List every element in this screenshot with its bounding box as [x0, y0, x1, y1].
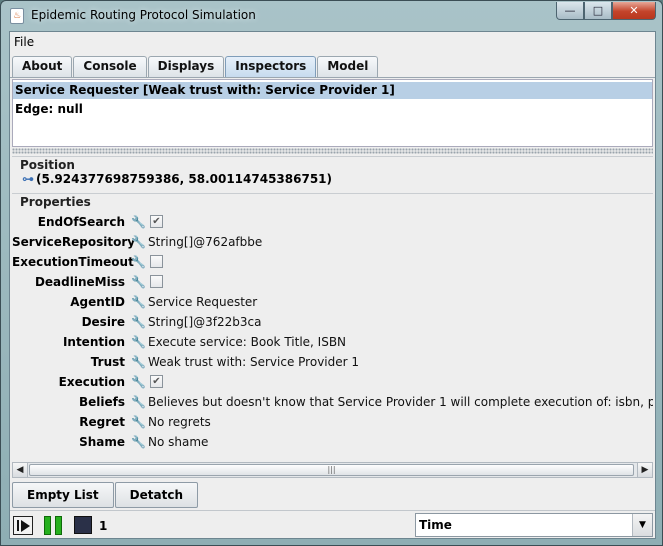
property-label: Regret: [79, 415, 125, 429]
inspector-list-item-selected[interactable]: Service Requester [Weak trust with: Serv…: [13, 82, 652, 99]
inspector-list[interactable]: Service Requester [Weak trust with: Serv…: [12, 79, 653, 147]
tab-inspectors[interactable]: Inspectors: [225, 56, 317, 77]
window-controls: — □ ✕: [556, 2, 656, 20]
property-row-executiontimeout: ExecutionTimeout 🔧: [12, 253, 653, 273]
property-row-endofsearch: EndOfSearch 🔧 ✔: [12, 213, 653, 233]
close-icon: ✕: [629, 4, 639, 17]
window-title: Epidemic Routing Protocol Simulation: [31, 8, 256, 22]
simulation-controls: 1 Time ▼: [10, 510, 655, 538]
menu-file[interactable]: File: [14, 35, 34, 49]
property-row-servicerepository: ServiceRepository 🔧 String[]@762afbbe: [12, 233, 653, 253]
wrench-icon[interactable]: 🔧: [131, 275, 146, 289]
position-section-title: Position: [12, 156, 653, 172]
step-counter: 1: [99, 519, 108, 533]
tab-model[interactable]: Model: [317, 56, 379, 77]
chevron-right-icon: ▶: [641, 465, 649, 475]
chevron-down-icon[interactable]: ▼: [632, 514, 652, 536]
wrench-icon[interactable]: 🔧: [131, 295, 146, 309]
property-label: Desire: [81, 315, 125, 329]
property-label: Intention: [62, 335, 125, 349]
property-row-desire: Desire 🔧 String[]@3f22b3ca: [12, 313, 653, 333]
property-label: AgentID: [70, 295, 125, 309]
property-label: EndOfSearch: [37, 215, 125, 229]
property-value: No regrets: [148, 415, 211, 429]
tab-displays[interactable]: Displays: [147, 56, 225, 77]
wrench-icon[interactable]: 🔧: [131, 355, 146, 369]
position-icon: ⊶: [22, 172, 34, 186]
time-dropdown[interactable]: Time ▼: [415, 513, 653, 537]
property-label: ServiceRepository: [12, 235, 136, 249]
menu-bar: File: [10, 32, 655, 54]
minimize-icon: —: [564, 4, 576, 17]
wrench-icon[interactable]: 🔧: [131, 375, 146, 389]
pause-icon[interactable]: [44, 516, 64, 535]
property-row-deadlinemiss: DeadlineMiss 🔧: [12, 273, 653, 293]
stop-icon[interactable]: [74, 516, 92, 534]
time-dropdown-value: Time: [419, 518, 452, 532]
wrench-icon[interactable]: 🔧: [131, 215, 146, 229]
maximize-button[interactable]: □: [584, 2, 612, 20]
deadlinemiss-checkbox[interactable]: [150, 275, 163, 288]
property-row-intention: Intention 🔧 Execute service: Book Title,…: [12, 333, 653, 353]
executiontimeout-checkbox[interactable]: [150, 255, 163, 268]
property-value: String[]@3f22b3ca: [148, 315, 262, 329]
maximize-icon: □: [592, 4, 604, 17]
properties-section-title: Properties: [12, 193, 653, 209]
empty-list-button[interactable]: Empty List: [12, 482, 114, 508]
property-label: Beliefs: [78, 395, 125, 409]
wrench-icon[interactable]: 🔧: [131, 395, 146, 409]
wrench-icon[interactable]: 🔧: [131, 235, 146, 249]
execution-checkbox[interactable]: ✔: [150, 375, 163, 388]
property-value: Weak trust with: Service Provider 1: [148, 355, 360, 369]
property-value: Service Requester: [148, 295, 258, 309]
app-window: ♨ Epidemic Routing Protocol Simulation —…: [0, 0, 663, 546]
inspector-buttons: Empty List Detatch: [12, 482, 199, 508]
property-value: String[]@762afbbe: [148, 235, 263, 249]
tab-console[interactable]: Console: [73, 56, 147, 77]
property-label: Shame: [79, 435, 125, 449]
property-value: Execute service: Book Title, ISBN: [148, 335, 347, 349]
property-value: Believes but doesn't know that Service P…: [148, 395, 653, 409]
wrench-icon[interactable]: 🔧: [131, 435, 146, 449]
scroll-right-button[interactable]: ▶: [637, 463, 652, 477]
property-label: Trust: [90, 355, 125, 369]
chevron-left-icon: ◀: [16, 465, 24, 475]
wrench-icon[interactable]: 🔧: [131, 315, 146, 329]
property-label: ExecutionTimeout: [12, 255, 134, 269]
detatch-button[interactable]: Detatch: [114, 482, 198, 508]
property-value: No shame: [148, 435, 209, 449]
title-bar[interactable]: ♨ Epidemic Routing Protocol Simulation —…: [1, 1, 662, 31]
property-row-shame: Shame 🔧 No shame: [12, 433, 653, 453]
position-text: (5.924377698759386, 58.00114745386751): [36, 172, 333, 186]
wrench-icon[interactable]: 🔧: [131, 415, 146, 429]
property-row-beliefs: Beliefs 🔧 Believes but doesn't know that…: [12, 393, 653, 413]
minimize-button[interactable]: —: [556, 2, 584, 20]
tab-divider: [10, 77, 655, 78]
close-button[interactable]: ✕: [612, 2, 656, 20]
wrench-icon[interactable]: 🔧: [131, 255, 146, 269]
property-row-agentid: AgentID 🔧 Service Requester: [12, 293, 653, 313]
play-icon[interactable]: [13, 516, 33, 535]
client-area: File About Console Displays Inspectors M…: [9, 31, 656, 539]
split-pane-divider[interactable]: [12, 148, 653, 154]
property-panel: Position ⊶ (5.924377698759386, 58.0011474…: [12, 155, 653, 460]
scrollbar-thumb[interactable]: |||: [29, 464, 634, 476]
property-row-execution: Execution 🔧 ✔: [12, 373, 653, 393]
scroll-left-button[interactable]: ◀: [13, 463, 28, 477]
property-label: Execution: [58, 375, 125, 389]
position-value: ⊶ (5.924377698759386, 58.00114745386751): [22, 172, 332, 186]
tab-strip: About Console Displays Inspectors Model: [12, 56, 379, 77]
java-app-icon: ♨: [10, 8, 24, 24]
property-label: DeadlineMiss: [34, 275, 125, 289]
tab-about[interactable]: About: [12, 56, 73, 77]
inspector-list-item[interactable]: Edge: null: [15, 102, 83, 116]
property-row-trust: Trust 🔧 Weak trust with: Service Provide…: [12, 353, 653, 373]
horizontal-scrollbar[interactable]: ◀ ||| ▶: [12, 462, 653, 478]
endofsearch-checkbox[interactable]: ✔: [150, 215, 163, 228]
wrench-icon[interactable]: 🔧: [131, 335, 146, 349]
property-row-regret: Regret 🔧 No regrets: [12, 413, 653, 433]
